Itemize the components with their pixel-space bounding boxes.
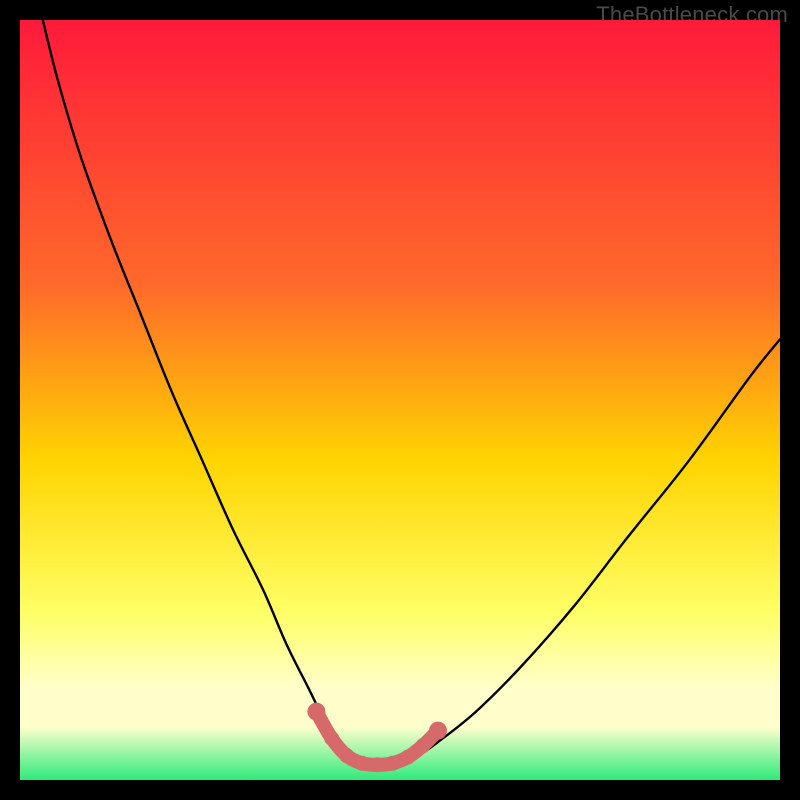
sweet-spot-dot: [429, 722, 447, 740]
bottleneck-chart: [20, 20, 780, 780]
gradient-background: [20, 20, 780, 780]
sweet-spot-dot: [400, 750, 415, 765]
sweet-spot-dot: [385, 756, 400, 771]
sweet-spot-dot: [324, 731, 339, 746]
sweet-spot-dot: [355, 756, 370, 771]
sweet-spot-dot: [415, 738, 430, 753]
chart-frame: TheBottleneck.com: [0, 0, 800, 800]
sweet-spot-dot: [307, 703, 325, 721]
sweet-spot-dot: [339, 748, 354, 763]
sweet-spot-dot: [370, 757, 385, 772]
